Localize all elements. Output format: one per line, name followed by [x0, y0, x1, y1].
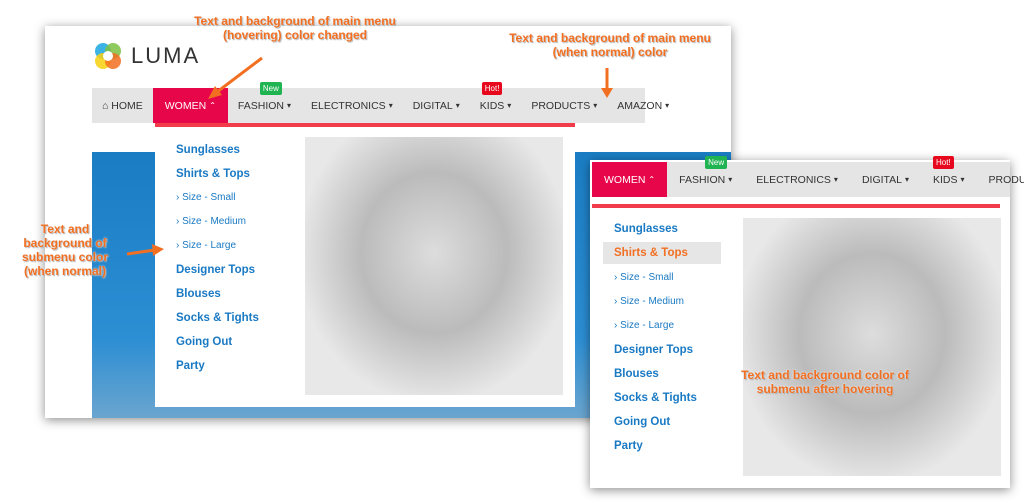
annotation-normal-sub: Text and background of submenu color (wh…: [21, 222, 108, 278]
annotation-arrows: [126, 56, 613, 256]
annotation-normal-main: Text and background of main menu (when n…: [509, 31, 711, 59]
annotation-hover-sub: Text and background color of submenu aft…: [741, 368, 909, 396]
annotation-hover-main: Text and background of main menu (hoveri…: [194, 14, 396, 42]
